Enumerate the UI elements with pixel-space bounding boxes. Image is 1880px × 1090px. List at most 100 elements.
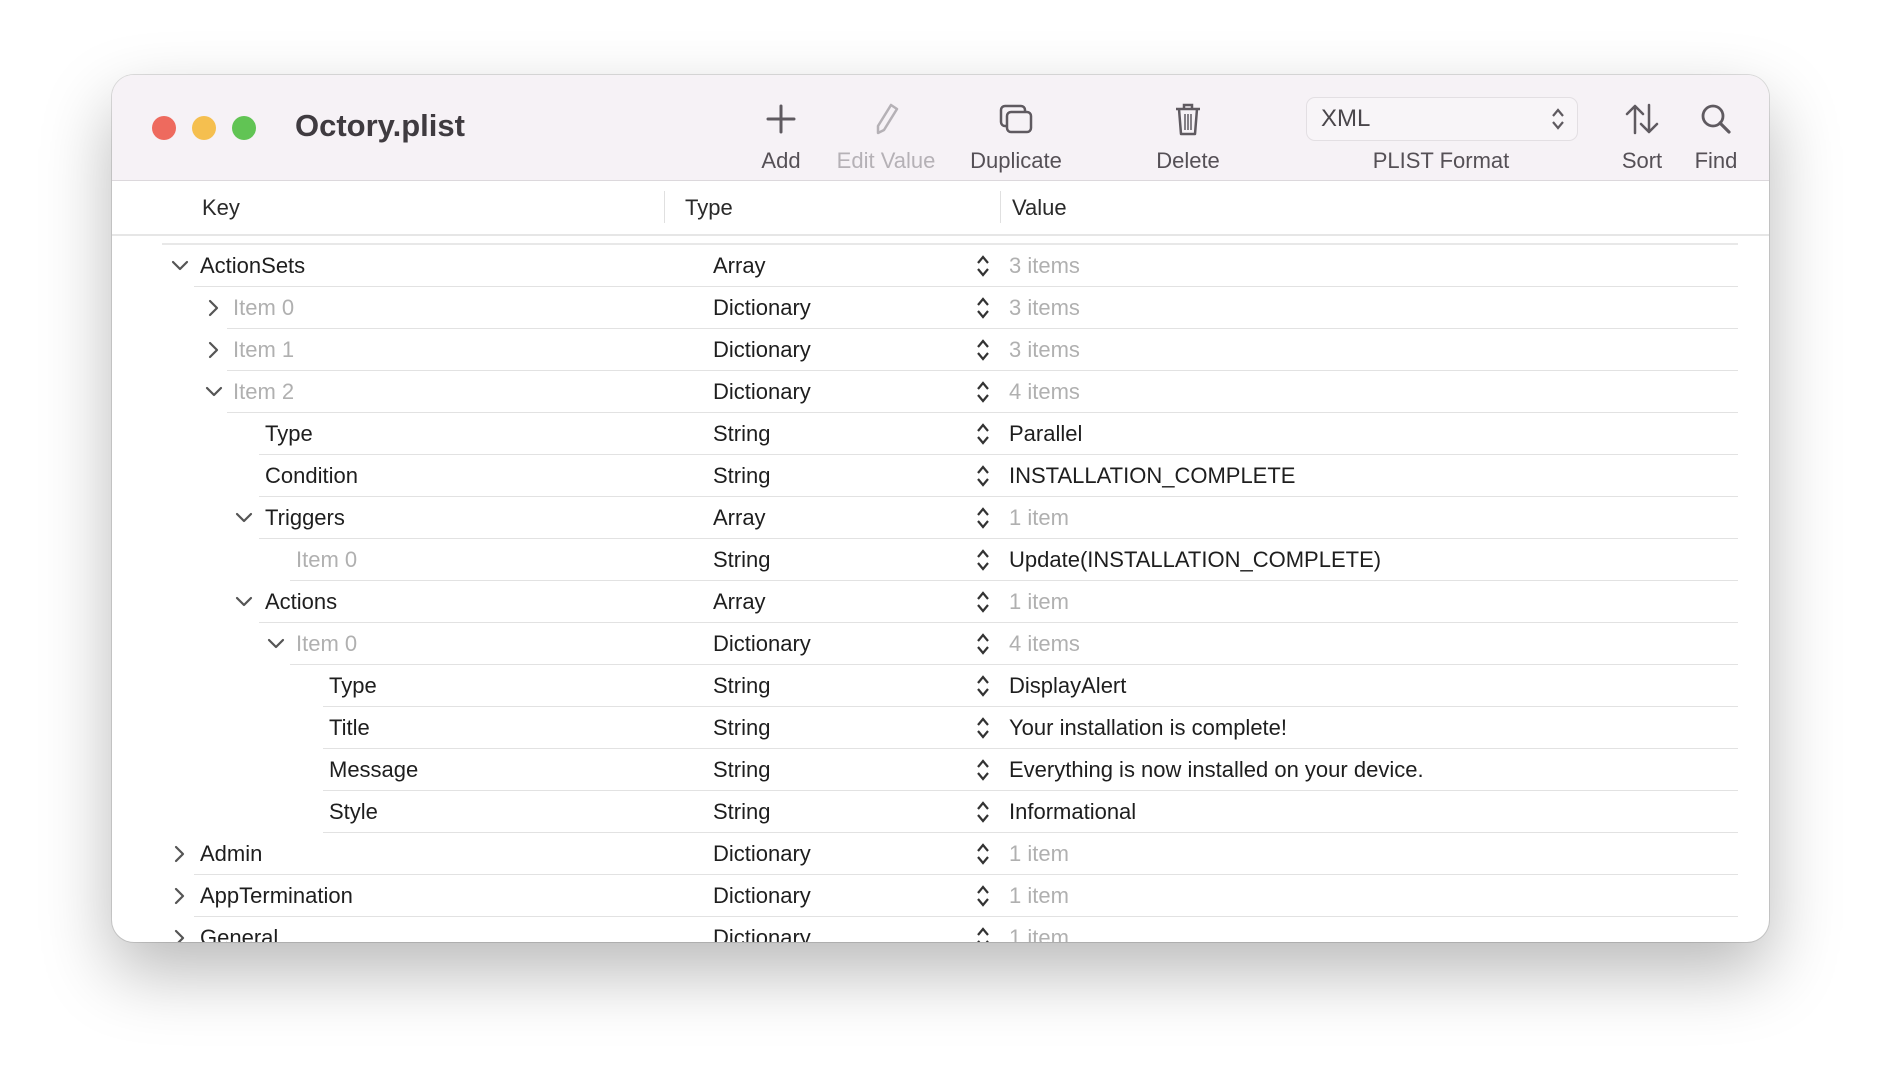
row-type[interactable]: Array [713,589,766,615]
outline-row[interactable]: Type String DisplayAlert [112,665,1769,707]
row-key[interactable]: Admin [200,841,262,867]
row-key[interactable]: Condition [265,463,358,489]
chevron-right-icon[interactable] [204,298,224,318]
column-divider[interactable] [1000,191,1001,223]
chevron-right-icon[interactable] [170,886,190,906]
row-value[interactable]: 3 items [1009,295,1080,321]
row-type[interactable]: String [713,547,770,573]
row-key[interactable]: Message [329,757,418,783]
row-value[interactable]: 4 items [1009,631,1080,657]
type-stepper-icon[interactable] [976,505,990,536]
row-key[interactable]: General [200,925,278,942]
chevron-down-icon[interactable] [170,256,190,276]
type-stepper-icon[interactable] [976,589,990,620]
type-stepper-icon[interactable] [976,547,990,578]
row-key[interactable]: AppTermination [200,883,353,909]
outline-row[interactable]: AppTermination Dictionary 1 item [112,875,1769,917]
row-type[interactable]: Dictionary [713,379,811,405]
row-value[interactable]: 1 item [1009,883,1069,909]
type-stepper-icon[interactable] [976,841,990,872]
outline-row[interactable]: Title String Your installation is complete… [112,707,1769,749]
row-type[interactable]: String [713,757,770,783]
outline-row[interactable]: Actions Array 1 item [112,581,1769,623]
type-stepper-icon[interactable] [976,631,990,662]
row-key[interactable]: Item 2 [233,379,294,405]
row-type[interactable]: String [713,715,770,741]
row-value[interactable]: 1 item [1009,589,1069,615]
row-key[interactable]: Item 0 [296,547,357,573]
row-value[interactable]: Parallel [1009,421,1082,447]
type-stepper-icon[interactable] [976,799,990,830]
row-type[interactable]: Dictionary [713,883,811,909]
type-stepper-icon[interactable] [976,883,990,914]
row-type[interactable]: Dictionary [713,631,811,657]
row-key[interactable]: Item 0 [233,295,294,321]
row-value[interactable]: 1 item [1009,925,1069,942]
row-value[interactable]: Update(INSTALLATION_COMPLETE) [1009,547,1381,573]
close-button[interactable] [152,116,176,140]
row-type[interactable]: String [713,463,770,489]
row-key[interactable]: Title [329,715,370,741]
type-stepper-icon[interactable] [976,295,990,326]
row-key[interactable]: Style [329,799,378,825]
type-stepper-icon[interactable] [976,757,990,788]
outline-row[interactable]: Message String Everything is now installed… [112,749,1769,791]
outline-row[interactable]: General Dictionary 1 item [112,917,1769,942]
row-type[interactable]: Dictionary [713,841,811,867]
row-key[interactable]: ActionSets [200,253,305,279]
row-value[interactable]: Everything is now installed on your devi… [1009,757,1424,783]
outline-row[interactable]: Triggers Array 1 item [112,497,1769,539]
row-type[interactable]: Array [713,253,766,279]
row-value[interactable]: 1 item [1009,505,1069,531]
outline-row[interactable]: Style String Informational [112,791,1769,833]
row-type[interactable]: Dictionary [713,337,811,363]
plist-format-select[interactable]: XML [1306,97,1578,141]
outline-row[interactable]: Item 0 String Update(INSTALLATION_COMPLETE… [112,539,1769,581]
outline-row[interactable]: Type String Parallel [112,413,1769,455]
row-key[interactable]: Actions [265,589,337,615]
row-type[interactable]: String [713,799,770,825]
outline-row[interactable]: Admin Dictionary 1 item [112,833,1769,875]
row-type[interactable]: String [713,421,770,447]
chevron-down-icon[interactable] [234,508,254,528]
row-value[interactable]: 3 items [1009,337,1080,363]
row-value[interactable]: 4 items [1009,379,1080,405]
outline-row[interactable]: ActionSets Array 3 items [112,245,1769,287]
zoom-button[interactable] [232,116,256,140]
type-stepper-icon[interactable] [976,673,990,704]
minimize-button[interactable] [192,116,216,140]
row-value[interactable]: Your installation is complete! [1009,715,1287,741]
type-stepper-icon[interactable] [976,337,990,368]
type-stepper-icon[interactable] [976,421,990,452]
row-value[interactable]: INSTALLATION_COMPLETE [1009,463,1295,489]
row-type[interactable]: Dictionary [713,925,811,942]
row-value[interactable]: Informational [1009,799,1136,825]
row-type[interactable]: Array [713,505,766,531]
outline-row[interactable]: Condition String INSTALLATION_COMPLETE [112,455,1769,497]
column-divider[interactable] [664,191,665,223]
column-type[interactable]: Type [685,195,733,221]
type-stepper-icon[interactable] [976,463,990,494]
row-value[interactable]: 3 items [1009,253,1080,279]
chevron-down-icon[interactable] [234,592,254,612]
row-key[interactable]: Type [329,673,377,699]
outline-row[interactable]: Item 0 Dictionary 4 items [112,623,1769,665]
chevron-right-icon[interactable] [204,340,224,360]
chevron-down-icon[interactable] [204,382,224,402]
outline-row[interactable]: Item 2 Dictionary 4 items [112,371,1769,413]
row-key[interactable]: Item 1 [233,337,294,363]
chevron-right-icon[interactable] [170,928,190,942]
type-stepper-icon[interactable] [976,715,990,746]
type-stepper-icon[interactable] [976,925,990,942]
row-type[interactable]: String [713,673,770,699]
column-key[interactable]: Key [202,195,240,221]
row-key[interactable]: Type [265,421,313,447]
outline-row[interactable]: Item 0 Dictionary 3 items [112,287,1769,329]
row-key[interactable]: Triggers [265,505,345,531]
column-value[interactable]: Value [1012,195,1067,221]
chevron-down-icon[interactable] [266,634,286,654]
row-type[interactable]: Dictionary [713,295,811,321]
type-stepper-icon[interactable] [976,379,990,410]
outline-row[interactable]: Item 1 Dictionary 3 items [112,329,1769,371]
row-value[interactable]: 1 item [1009,841,1069,867]
